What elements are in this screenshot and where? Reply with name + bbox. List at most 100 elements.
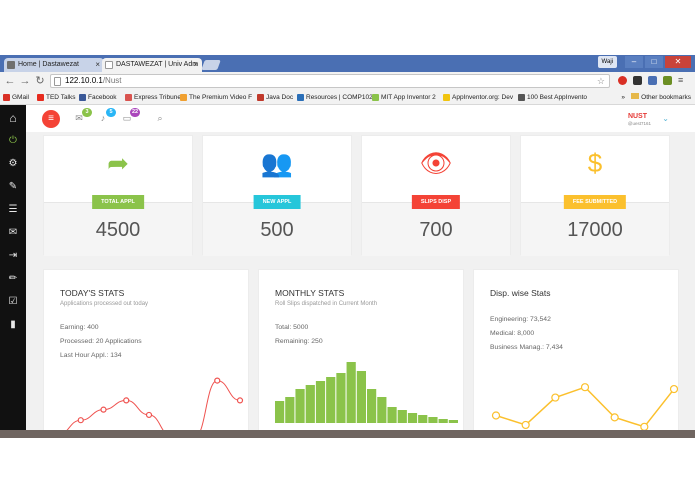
user-name[interactable]: NUST	[628, 113, 647, 120]
bookmark-resources[interactable]: Resources | COMP102	[297, 92, 373, 103]
today-stats-panel: TODAY'S STATS Applications processed out…	[43, 269, 249, 438]
card-label: SLIPS DISP	[411, 195, 461, 209]
gear-icon[interactable]: ⚙	[6, 157, 20, 171]
buffer-icon[interactable]	[633, 76, 642, 85]
folder-icon	[631, 93, 640, 99]
other-bookmarks[interactable]: Other bookmarks	[631, 92, 691, 103]
data-point	[669, 384, 678, 394]
share-arrow-icon: ➦	[107, 148, 129, 178]
data-point	[521, 420, 530, 430]
bookmark-facebook[interactable]: Facebook	[79, 92, 117, 103]
eye-icon: 👁	[419, 148, 453, 178]
bar	[407, 413, 418, 423]
bar	[346, 362, 356, 423]
bar	[367, 389, 377, 423]
bookmark-ted[interactable]: TED Talks	[37, 92, 76, 103]
menu-icon[interactable]: ≡	[678, 76, 687, 85]
login-icon[interactable]: ⇥	[6, 249, 20, 263]
resources-icon	[297, 94, 304, 101]
edit-icon[interactable]: ☑	[6, 295, 20, 309]
tab-favicon	[7, 61, 15, 69]
maximize-icon[interactable]: □	[645, 56, 663, 68]
profile-button[interactable]: Waji	[597, 56, 617, 68]
power-icon[interactable]: ⏻	[6, 134, 20, 148]
mail-icon[interactable]: ✉	[6, 226, 20, 240]
video-icon	[180, 94, 187, 101]
tab-home[interactable]: Home | Dastawezat ×	[4, 58, 104, 72]
card-new-appl: 👥 NEW APPL 500	[202, 135, 352, 256]
bar	[326, 377, 336, 423]
book-icon[interactable]: ▮	[6, 318, 20, 332]
card-fee-submitted: $ FEE SUBMITTED 17000	[520, 135, 670, 256]
card-slips-disp: 👁 SLIPS DISP 700	[361, 135, 511, 256]
opera-icon[interactable]	[618, 76, 627, 85]
data-point	[580, 383, 590, 392]
bookmark-java-doc[interactable]: Java Doc	[257, 92, 293, 103]
chevron-down-icon[interactable]: ⌄	[662, 114, 669, 123]
ted-icon	[37, 94, 44, 101]
bar	[275, 401, 285, 423]
close-window-icon[interactable]: ✕	[665, 56, 691, 68]
extension-icon[interactable]	[663, 76, 672, 85]
app-header: ≡ ✉ 3 ♪ 5 ▭ 22 ⌕ NUST @uest7161 ⌄	[26, 105, 695, 132]
appinventor-org-icon	[443, 94, 450, 101]
tab-dastawezat[interactable]: DASTAWEZAT | Univ Adm ×	[102, 58, 202, 72]
discipline-line-chart	[491, 383, 678, 431]
card-value: 17000	[567, 219, 623, 241]
data-point	[100, 406, 107, 413]
bookmark-100-best[interactable]: 100 Best AppInvento	[518, 92, 587, 103]
inbox-badge: 22	[130, 108, 140, 117]
bar	[285, 397, 295, 423]
bookmark-express-tribune[interactable]: Express Tribune	[125, 92, 181, 103]
dollar-icon: $	[587, 148, 603, 178]
series-line	[495, 386, 675, 428]
url-path: /Nust	[102, 76, 122, 85]
bookmarks-bar: GMail TED Talks Facebook Express Tribune…	[0, 90, 695, 105]
brush-icon[interactable]: ✎	[6, 180, 20, 194]
java-icon	[257, 94, 264, 101]
app-sidebar: ⌂ ⏻ ⚙ ✎ ☰ ✉ ⇥ ✏ ☑ ▮	[0, 105, 26, 438]
close-icon[interactable]: ×	[193, 58, 198, 72]
bookmarks-overflow[interactable]: »	[621, 92, 625, 103]
card-value: 700	[419, 219, 453, 241]
data-point	[610, 413, 619, 422]
bookmark-premium-video[interactable]: The Premium Video F	[180, 92, 252, 103]
address-bar[interactable]: 122.10.0.1/Nust ☆	[50, 74, 610, 88]
search-icon[interactable]: ⌕	[155, 113, 165, 123]
bar	[438, 419, 448, 423]
card-total-appl: ➦ TOTAL APPL 4500	[43, 135, 193, 256]
bar	[418, 415, 428, 423]
discipline-stats-panel: Disp. wise Stats Engineering: 73,542 Med…	[473, 269, 679, 438]
page-icon	[54, 77, 61, 86]
tab-title: Home | Dastawezat	[18, 61, 79, 68]
bar	[305, 385, 315, 423]
notification-badge: 5	[106, 108, 116, 117]
forward-icon[interactable]: →	[18, 74, 32, 88]
bookmark-appinventor-org[interactable]: AppInventor.org: Dev	[443, 92, 513, 103]
star-icon[interactable]: ☆	[597, 75, 605, 87]
data-point	[123, 397, 130, 404]
close-icon[interactable]: ×	[95, 58, 100, 72]
bookmark-gmail[interactable]: GMail	[3, 92, 29, 103]
new-tab-button[interactable]	[201, 60, 221, 70]
series-line	[57, 380, 241, 438]
menu-button[interactable]: ≡	[42, 110, 60, 128]
gmail-icon	[3, 94, 10, 101]
home-icon[interactable]: ⌂	[0, 105, 26, 131]
data-point	[491, 411, 501, 420]
back-icon[interactable]: ←	[3, 74, 17, 88]
data-point	[551, 393, 560, 402]
data-point	[145, 411, 153, 419]
list-icon[interactable]: ☰	[6, 203, 20, 217]
monthly-stats-panel: MONTHLY STATS Roll Slips dispatched in C…	[258, 269, 464, 438]
data-point	[236, 397, 244, 404]
pencil-icon[interactable]: ✏	[6, 272, 20, 286]
minimize-icon[interactable]: –	[625, 56, 643, 68]
reload-icon[interactable]: ↻	[33, 74, 47, 88]
shield-icon[interactable]	[648, 76, 657, 85]
bar	[356, 371, 366, 423]
card-value: 500	[260, 219, 294, 241]
card-label: NEW APPL	[253, 195, 301, 209]
bookmark-mit-app-inventor[interactable]: MIT App Inventor 2	[372, 92, 436, 103]
bar	[428, 417, 438, 423]
